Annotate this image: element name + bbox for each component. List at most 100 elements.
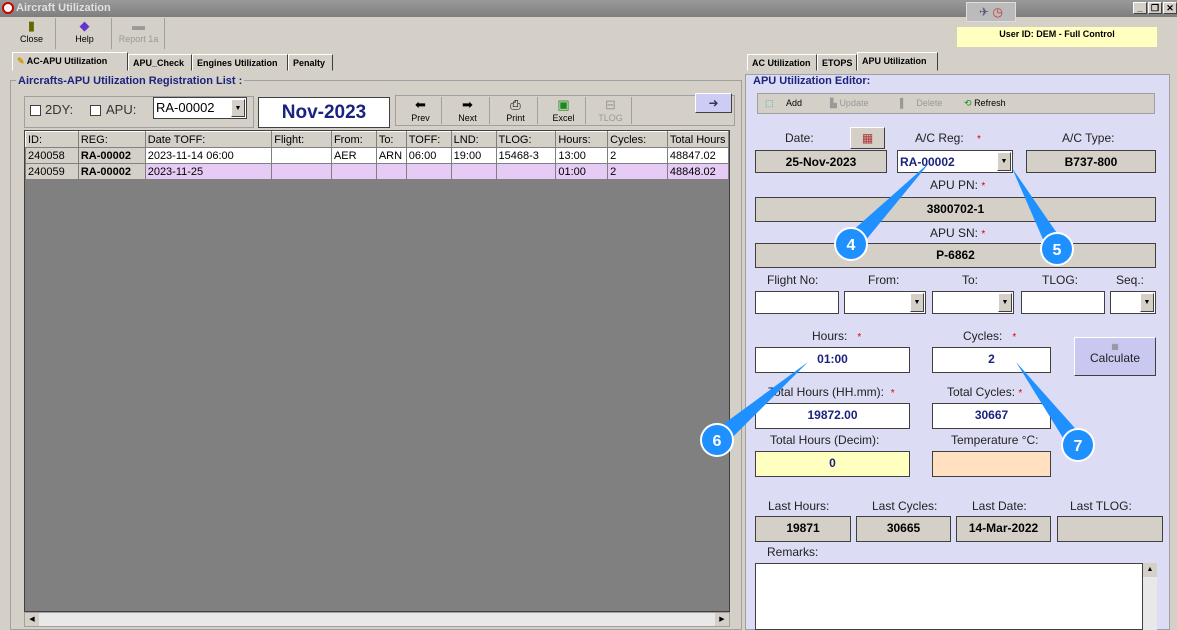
- required-star: *: [1018, 388, 1023, 399]
- arrow-right-icon: ➜: [708, 96, 719, 110]
- table-cell: ARN: [375, 147, 407, 164]
- editor-title: APU Utilization Editor:: [751, 75, 873, 87]
- temperature-input[interactable]: [932, 451, 1051, 477]
- remarks-scrollbar[interactable]: ▲: [1143, 563, 1157, 630]
- door-icon: ▮: [27, 18, 36, 33]
- table-cell: 2023-11-14 06:00: [144, 147, 273, 164]
- next-button[interactable]: ➡ Next: [446, 97, 490, 124]
- scroll-up-icon[interactable]: ▲: [1143, 563, 1157, 577]
- tab-engines-utilization[interactable]: Engines Utilization: [192, 54, 288, 71]
- table-cell: 13:00: [555, 147, 609, 164]
- flight-no-input[interactable]: [755, 291, 839, 314]
- add-icon: ⬚: [765, 98, 774, 108]
- chevron-down-icon[interactable]: ▼: [910, 293, 924, 312]
- tab-apu-utilization[interactable]: APU Utilization: [857, 52, 938, 71]
- chevron-down-icon[interactable]: ▼: [231, 99, 245, 117]
- expand-arrow-button[interactable]: ➜: [695, 93, 732, 113]
- scroll-right-icon[interactable]: ▶: [715, 613, 729, 626]
- column-header[interactable]: REG:: [77, 131, 146, 148]
- table-cell: RA-00002: [77, 147, 146, 164]
- flight-no-label: Flight No:: [767, 273, 819, 287]
- column-header[interactable]: From:: [330, 131, 377, 148]
- column-header[interactable]: Date TOFF:: [144, 131, 273, 148]
- close-button[interactable]: ▮ Close: [8, 18, 56, 49]
- add-button[interactable]: ⬚ Add: [765, 94, 821, 112]
- tlog-button[interactable]: ⊟ TLOG: [590, 97, 632, 124]
- excel-button[interactable]: ▣ Excel: [542, 97, 586, 124]
- calendar-button[interactable]: ▦: [850, 127, 885, 149]
- chevron-down-icon[interactable]: ▼: [997, 152, 1011, 171]
- print-button[interactable]: ⎙ Print: [494, 97, 538, 124]
- column-header[interactable]: To:: [375, 131, 407, 148]
- column-header[interactable]: LND:: [450, 131, 497, 148]
- edit-icon: ✎: [17, 56, 25, 66]
- table-cell: [271, 147, 332, 164]
- column-header[interactable]: Hours:: [555, 131, 609, 148]
- table-cell: [271, 163, 332, 180]
- tab-ac-utilization[interactable]: AC Utilization: [747, 54, 817, 71]
- refresh-button[interactable]: ⟲ Refresh: [964, 94, 1006, 112]
- cycles-input[interactable]: 2: [932, 347, 1051, 373]
- last-date-label: Last Date:: [972, 499, 1027, 513]
- reg-select[interactable]: RA-00002 ▼: [153, 97, 247, 119]
- calculate-button[interactable]: ▦ Calculate: [1074, 337, 1156, 376]
- tab-ac-apu-utilization[interactable]: ✎ AC-APU Utilization: [12, 52, 128, 71]
- report-button[interactable]: ▬ Report 1a: [113, 18, 165, 49]
- month-display: Nov-2023: [258, 97, 390, 128]
- checkbox-apu[interactable]: [90, 105, 101, 116]
- close-window-button[interactable]: ✕: [1163, 2, 1177, 14]
- column-header[interactable]: Flight:: [271, 131, 332, 148]
- total-hours-input[interactable]: 19872.00: [755, 403, 910, 429]
- prev-label: Prev: [411, 113, 430, 123]
- table-row[interactable]: 240058 RA-00002 2023-11-14 06:00 AER ARN 06:0…: [25, 147, 730, 164]
- chevron-down-icon[interactable]: ▼: [1140, 293, 1154, 312]
- apu-sn-label: APU SN: *: [930, 226, 985, 240]
- refresh-label: Refresh: [974, 98, 1006, 108]
- book-icon: ◆: [79, 18, 90, 33]
- ac-reg-label-text: A/C Reg:: [915, 131, 964, 145]
- app-clock-icon: [2, 2, 14, 14]
- minimize-button[interactable]: _: [1133, 2, 1147, 14]
- column-header[interactable]: Cycles:: [607, 131, 668, 148]
- table-header: ID: REG: Date TOFF: Flight: From: To: TOFF: LND…: [25, 131, 730, 148]
- tlog-input[interactable]: [1021, 291, 1105, 314]
- label-2dy: 2DY:: [45, 102, 74, 117]
- ac-reg-label: A/C Reg: *: [915, 131, 981, 145]
- ac-reg-select[interactable]: RA-00002 ▼: [897, 150, 1013, 173]
- checkbox-2dy[interactable]: [30, 105, 41, 116]
- horizontal-scrollbar[interactable]: ◀ ▶: [24, 612, 730, 627]
- next-label: Next: [458, 113, 477, 123]
- total-cycles-input[interactable]: 30667: [932, 403, 1051, 429]
- column-header[interactable]: TLOG:: [495, 131, 557, 148]
- table-row[interactable]: 240059 RA-00002 2023-11-25 01:00 2 48848.02: [25, 163, 730, 180]
- remarks-textarea[interactable]: [755, 563, 1143, 630]
- scroll-left-icon[interactable]: ◀: [25, 613, 39, 626]
- delete-icon: ▌: [900, 98, 907, 108]
- prev-button[interactable]: ⬅ Prev: [400, 97, 442, 124]
- column-header[interactable]: Total Hours: [666, 131, 730, 148]
- column-header[interactable]: ID:: [25, 131, 79, 148]
- delete-button[interactable]: ▌ Delete: [900, 94, 942, 112]
- hours-label-text: Hours:: [812, 329, 848, 343]
- required-star: *: [857, 332, 862, 343]
- to-select[interactable]: ▼: [932, 291, 1014, 314]
- chevron-down-icon[interactable]: ▼: [998, 293, 1012, 312]
- seq-select[interactable]: ▼: [1110, 291, 1156, 314]
- tab-etops[interactable]: ETOPS: [817, 54, 857, 71]
- delete-label: Delete: [916, 98, 943, 108]
- tab-penalty[interactable]: Penalty: [288, 54, 333, 71]
- table-cell: 240059: [25, 163, 79, 180]
- update-button[interactable]: ▙ Update: [830, 94, 868, 112]
- from-select[interactable]: ▼: [844, 291, 926, 314]
- printer-icon: ⎙: [510, 97, 521, 112]
- excel-label: Excel: [552, 113, 575, 123]
- from-label: From:: [868, 273, 900, 287]
- clock-icon: ◷: [992, 5, 1003, 19]
- column-header[interactable]: TOFF:: [405, 131, 452, 148]
- help-button[interactable]: ◆ Help: [58, 18, 112, 49]
- restore-button[interactable]: ❐: [1148, 2, 1162, 14]
- table-cell: [405, 163, 452, 180]
- hours-input[interactable]: 01:00: [755, 347, 910, 373]
- tab-apu-check[interactable]: APU_Check: [128, 54, 192, 71]
- table-cell: AER: [330, 147, 377, 164]
